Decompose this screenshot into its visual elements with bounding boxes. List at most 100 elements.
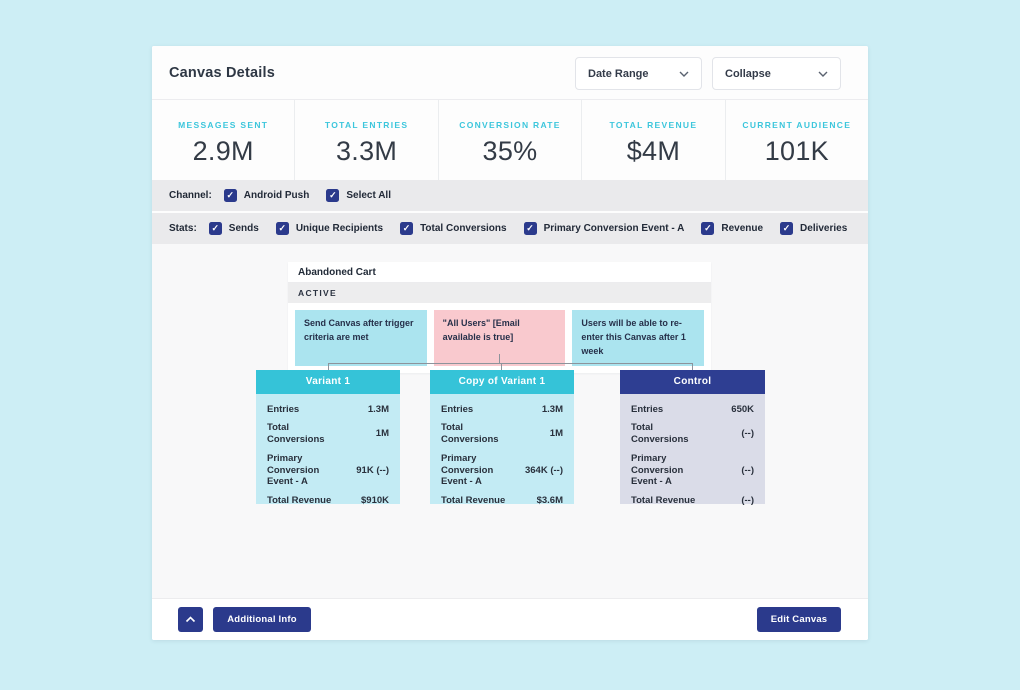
channel-row-label: Channel: bbox=[169, 190, 212, 201]
canvas-name: Abandoned Cart bbox=[288, 262, 711, 283]
stat-value: 1M bbox=[376, 428, 389, 440]
metric-label: Current Audience bbox=[726, 120, 868, 130]
stat-value: 650K bbox=[731, 404, 754, 416]
metric-value: $4M bbox=[582, 136, 724, 167]
checkbox-checked-icon[interactable] bbox=[209, 222, 222, 235]
page-title: Canvas Details bbox=[169, 65, 275, 81]
metric-label: Total Revenue bbox=[582, 120, 724, 130]
panel-footer: Additional Info Edit Canvas bbox=[152, 598, 868, 640]
checkbox-unique-recipients[interactable]: Unique Recipients bbox=[276, 222, 383, 235]
checkbox-select-all[interactable]: Select All bbox=[326, 189, 391, 202]
additional-info-button[interactable]: Additional Info bbox=[213, 607, 311, 632]
stat-value: (--) bbox=[741, 428, 754, 440]
variant-card-control[interactable]: Control Entries 650K Total Conversions (… bbox=[620, 370, 765, 504]
checkbox-label: Revenue bbox=[721, 223, 763, 234]
metric-label: Messages Sent bbox=[152, 120, 294, 130]
collapse-panel-button[interactable] bbox=[178, 607, 203, 632]
metric-label: Conversion Rate bbox=[439, 120, 581, 130]
checkbox-checked-icon[interactable] bbox=[224, 189, 237, 202]
metric-messages-sent: Messages Sent 2.9M bbox=[152, 100, 295, 180]
stat-row-entries: Entries 650K bbox=[631, 404, 754, 416]
checkbox-label: Total Conversions bbox=[420, 223, 507, 234]
stat-label: Primary Conversion Event - A bbox=[267, 453, 343, 489]
canvas-status-badge: ACTIVE bbox=[288, 283, 711, 303]
panel-header: Canvas Details Date Range Collapse bbox=[152, 46, 868, 100]
chevron-down-icon bbox=[818, 71, 828, 77]
variant-card-title: Variant 1 bbox=[256, 370, 400, 394]
stat-row-total-conversions: Total Conversions 1M bbox=[441, 422, 563, 446]
stat-row-primary-conversion: Primary Conversion Event - A (--) bbox=[631, 453, 754, 489]
stat-row-entries: Entries 1.3M bbox=[441, 404, 563, 416]
stat-row-entries: Entries 1.3M bbox=[267, 404, 389, 416]
metric-value: 2.9M bbox=[152, 136, 294, 167]
collapse-dropdown-label: Collapse bbox=[725, 68, 771, 80]
stat-label: Total Revenue bbox=[631, 495, 695, 507]
stat-value: $910K bbox=[361, 495, 389, 507]
metric-total-revenue: Total Revenue $4M bbox=[582, 100, 725, 180]
variant-card-title: Copy of Variant 1 bbox=[430, 370, 574, 394]
stat-label: Total Conversions bbox=[441, 422, 517, 446]
stat-row-total-revenue: Total Revenue (--) bbox=[631, 495, 754, 507]
stat-row-total-conversions: Total Conversions (--) bbox=[631, 422, 754, 446]
canvas-diagram: Abandoned Cart ACTIVE Send Canvas after … bbox=[152, 244, 868, 598]
stat-label: Total Conversions bbox=[631, 422, 707, 446]
stat-value: (--) bbox=[741, 495, 754, 507]
checkbox-label: Primary Conversion Event - A bbox=[544, 223, 685, 234]
checkbox-deliveries[interactable]: Deliveries bbox=[780, 222, 847, 235]
date-range-dropdown[interactable]: Date Range bbox=[575, 57, 702, 90]
stat-label: Entries bbox=[631, 404, 663, 416]
metric-value: 101K bbox=[726, 136, 868, 167]
stat-label: Entries bbox=[267, 404, 299, 416]
stat-label: Total Conversions bbox=[267, 422, 343, 446]
variant-card-variant-1[interactable]: Variant 1 Entries 1.3M Total Conversions… bbox=[256, 370, 400, 504]
checkbox-label: Deliveries bbox=[800, 223, 847, 234]
checkbox-label: Sends bbox=[229, 223, 259, 234]
stat-value: 1M bbox=[550, 428, 563, 440]
variant-card-stats: Entries 650K Total Conversions (--) Prim… bbox=[620, 394, 765, 504]
stat-row-primary-conversion: Primary Conversion Event - A 91K (--) bbox=[267, 453, 389, 489]
canvas-details-panel: Canvas Details Date Range Collapse Messa… bbox=[152, 46, 868, 640]
connector-line bbox=[692, 363, 693, 370]
connector-line bbox=[328, 363, 329, 370]
stat-value: 1.3M bbox=[368, 404, 389, 416]
checkbox-checked-icon[interactable] bbox=[276, 222, 289, 235]
stat-row-primary-conversion: Primary Conversion Event - A 364K (--) bbox=[441, 453, 563, 489]
checkbox-checked-icon[interactable] bbox=[326, 189, 339, 202]
variant-card-copy-of-variant-1[interactable]: Copy of Variant 1 Entries 1.3M Total Con… bbox=[430, 370, 574, 504]
collapse-dropdown[interactable]: Collapse bbox=[712, 57, 841, 90]
edit-canvas-button[interactable]: Edit Canvas bbox=[757, 607, 841, 632]
checkbox-sends[interactable]: Sends bbox=[209, 222, 259, 235]
stats-filter-row: Stats: Sends Unique Recipients Total Con… bbox=[152, 213, 868, 244]
metric-value: 35% bbox=[439, 136, 581, 167]
metric-current-audience: Current Audience 101K bbox=[726, 100, 868, 180]
stat-row-total-conversions: Total Conversions 1M bbox=[267, 422, 389, 446]
metric-total-entries: Total Entries 3.3M bbox=[295, 100, 438, 180]
stat-value: 91K (--) bbox=[356, 465, 389, 477]
stat-row-total-revenue: Total Revenue $910K bbox=[267, 495, 389, 507]
variant-card-title: Control bbox=[620, 370, 765, 394]
stat-value: $3.6M bbox=[537, 495, 563, 507]
checkbox-label: Unique Recipients bbox=[296, 223, 383, 234]
stat-label: Primary Conversion Event - A bbox=[631, 453, 707, 489]
checkbox-label: Select All bbox=[346, 190, 391, 201]
checkbox-checked-icon[interactable] bbox=[524, 222, 537, 235]
chevron-down-icon bbox=[679, 71, 689, 77]
checkbox-checked-icon[interactable] bbox=[400, 222, 413, 235]
checkbox-label: Android Push bbox=[244, 190, 310, 201]
stat-label: Total Revenue bbox=[441, 495, 505, 507]
reentry-step[interactable]: Users will be able to re-enter this Canv… bbox=[572, 310, 704, 366]
checkbox-checked-icon[interactable] bbox=[701, 222, 714, 235]
checkbox-revenue[interactable]: Revenue bbox=[701, 222, 763, 235]
stat-label: Total Revenue bbox=[267, 495, 331, 507]
checkbox-total-conversions[interactable]: Total Conversions bbox=[400, 222, 507, 235]
trigger-step[interactable]: Send Canvas after trigger criteria are m… bbox=[295, 310, 427, 366]
checkbox-checked-icon[interactable] bbox=[780, 222, 793, 235]
checkbox-android-push[interactable]: Android Push bbox=[224, 189, 310, 202]
stat-value: 364K (--) bbox=[525, 465, 563, 477]
metric-label: Total Entries bbox=[295, 120, 437, 130]
checkbox-primary-conversion-event-a[interactable]: Primary Conversion Event - A bbox=[524, 222, 685, 235]
connector-line bbox=[328, 363, 693, 364]
stat-row-total-revenue: Total Revenue $3.6M bbox=[441, 495, 563, 507]
connector-line bbox=[501, 363, 502, 370]
metrics-row: Messages Sent 2.9M Total Entries 3.3M Co… bbox=[152, 100, 868, 180]
